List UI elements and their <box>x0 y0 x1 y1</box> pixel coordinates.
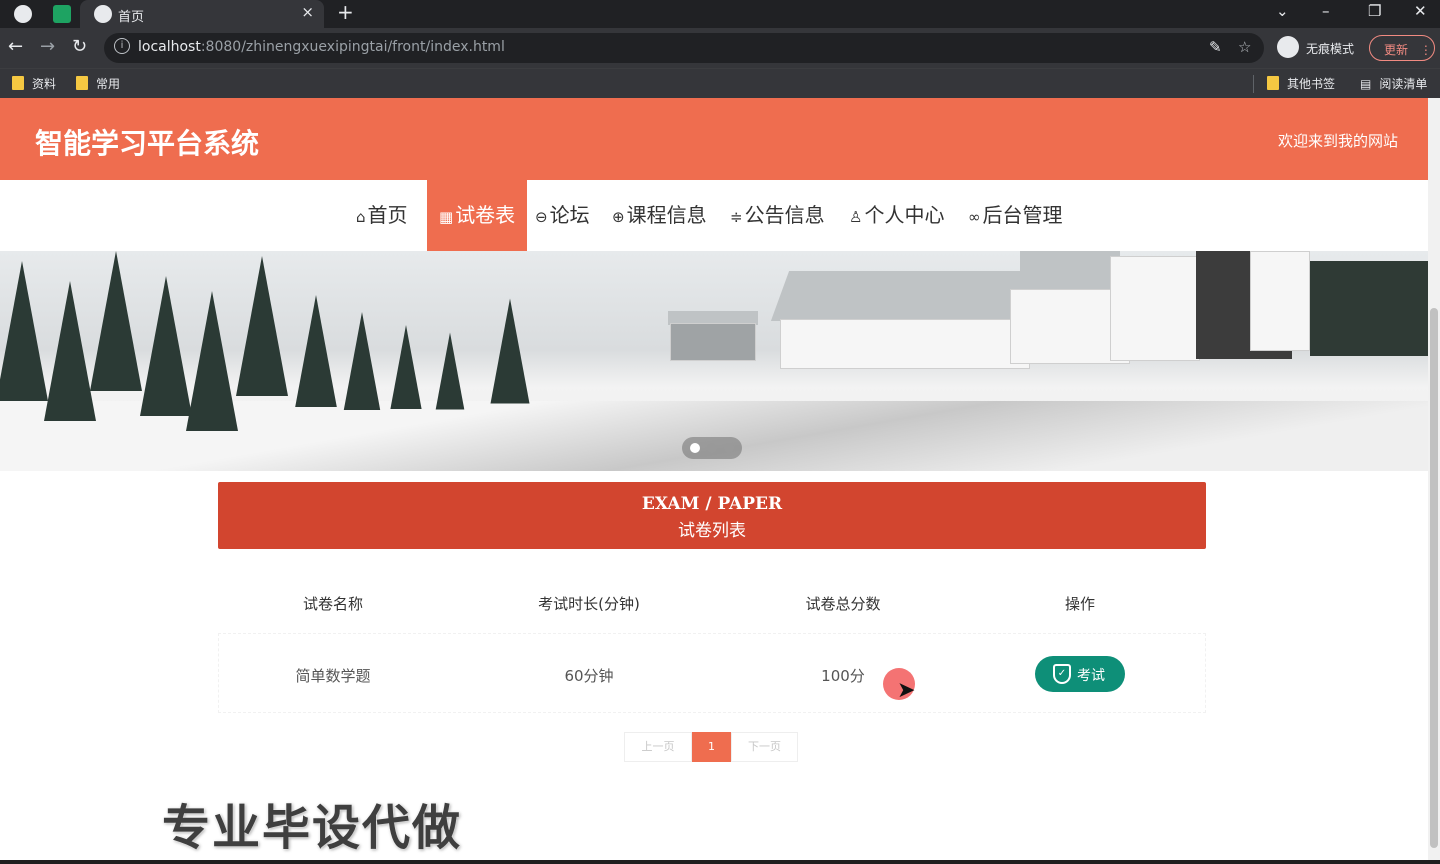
nav-item-profile[interactable]: ♙ 个人中心 <box>849 180 944 251</box>
banner-tree <box>490 298 530 404</box>
banner-tree <box>140 276 192 416</box>
banner-house <box>1110 256 1200 361</box>
mouse-pointer-icon: ➤ <box>897 678 916 703</box>
banner-tree <box>390 325 422 409</box>
page-scrollbar[interactable] <box>1428 98 1440 864</box>
tab-title: 首页 <box>118 10 145 25</box>
address-url[interactable]: localhost:8080/zhinengxuexipingtai/front… <box>138 39 505 55</box>
site-header: 智能学习平台系统 欢迎来到我的网站 <box>0 98 1428 180</box>
nav-item-admin[interactable]: ∞ 后台管理 <box>968 180 1063 251</box>
forum-icon: ⊖ <box>535 208 548 226</box>
watermark-text: 专业毕设代做 <box>162 800 463 856</box>
carousel-dot[interactable] <box>690 443 700 453</box>
new-tab-button[interactable]: + <box>337 0 354 24</box>
taskbar-edge <box>0 860 1440 864</box>
reading-list[interactable]: ▤ 阅读清单 <box>1360 75 1427 92</box>
bookmark-folder-ziliao[interactable]: 资料 <box>12 75 56 92</box>
cell-score: 100分 <box>821 667 865 685</box>
browser-toolbar: ← → ↻ i localhost:8080/zhinengxuexipingt… <box>0 28 1440 68</box>
shield-check-icon: ✓ <box>1053 664 1071 684</box>
tab-globe-icon <box>94 5 112 23</box>
section-title-bar: EXAM / PAPER 试卷列表 <box>218 482 1206 549</box>
bookmark-star-icon[interactable]: ☆ <box>1238 38 1251 56</box>
nav-item-forum[interactable]: ⊖ 论坛 <box>535 180 590 251</box>
banner-tree <box>435 332 465 410</box>
section-title-en: EXAM / PAPER <box>641 494 783 514</box>
notice-icon: ≑ <box>730 208 743 226</box>
banner-tree <box>186 291 238 431</box>
scrollbar-thumb[interactable] <box>1430 308 1438 848</box>
main-nav: ⌂ 首页 ▦ 试卷表 ⊖ 论坛 ⊕ 课程信息 ≑ 公告信息 ♙ 个人中心 ∞ 后台管理 <box>0 180 1428 251</box>
reload-icon[interactable]: ↻ <box>72 36 87 57</box>
close-window-icon[interactable]: ✕ <box>1414 2 1427 20</box>
site-info-icon[interactable]: i <box>114 38 130 54</box>
banner-tree <box>236 256 288 396</box>
column-header-name: 试卷名称 <box>302 595 363 613</box>
bookmark-folder-changyong[interactable]: 常用 <box>76 75 120 92</box>
restore-icon[interactable]: ❐ <box>1368 2 1381 20</box>
cell-duration: 60分钟 <box>564 667 614 685</box>
banner-roof <box>1020 251 1120 291</box>
minimize-icon[interactable]: – <box>1322 2 1330 20</box>
carousel-indicators <box>682 437 742 459</box>
bookmark-separator <box>1253 75 1254 93</box>
folder-icon <box>1267 76 1279 90</box>
nav-item-courses[interactable]: ⊕ 课程信息 <box>612 180 707 251</box>
welcome-text: 欢迎来到我的网站 <box>1277 132 1398 150</box>
reading-list-icon: ▤ <box>1360 77 1372 91</box>
nav-item-home[interactable]: ⌂ 首页 <box>356 180 408 251</box>
tab-close-icon[interactable]: × <box>301 3 314 21</box>
banner-house <box>1250 251 1310 351</box>
banner-tree <box>44 281 96 421</box>
next-page-button[interactable]: 下一页 <box>731 732 798 762</box>
banner-house <box>670 323 756 361</box>
link-icon: ∞ <box>968 208 981 226</box>
paper-icon: ▦ <box>439 208 454 226</box>
column-header-action: 操作 <box>1064 595 1095 613</box>
take-exam-button[interactable]: ✓ 考试 <box>1035 656 1125 692</box>
incognito-label: 无痕模式 <box>1306 42 1355 56</box>
cell-paper-name: 简单数学题 <box>295 667 371 685</box>
bookmarks-bar: 资料 常用 其他书签 ▤ 阅读清单 <box>0 68 1440 98</box>
nav-item-notices[interactable]: ≑ 公告信息 <box>730 180 825 251</box>
page-viewport: 智能学习平台系统 欢迎来到我的网站 ⌂ 首页 ▦ 试卷表 ⊖ 论坛 ⊕ 课程信息 ≑ 公告… <box>0 98 1428 864</box>
other-bookmarks[interactable]: 其他书签 <box>1267 75 1335 92</box>
banner-tree <box>90 251 142 391</box>
banner-trees-right <box>1310 261 1428 356</box>
site-title: 智能学习平台系统 <box>35 127 260 160</box>
update-button[interactable]: 更新 ⋮ <box>1369 35 1435 61</box>
pinned-tab-sheet-icon[interactable] <box>53 5 71 23</box>
nav-item-papers[interactable]: ▦ 试卷表 <box>427 180 528 251</box>
globe-icon: ⊕ <box>612 208 625 226</box>
user-icon: ♙ <box>849 208 863 226</box>
banner-tree <box>0 261 48 401</box>
browser-tab-strip: 首页 × + ⌄ – ❐ ✕ <box>0 0 1440 28</box>
more-menu-icon[interactable]: ⋮ <box>1420 43 1432 57</box>
carousel-dot[interactable] <box>707 443 717 453</box>
folder-icon <box>76 76 88 90</box>
active-tab[interactable]: 首页 × <box>80 0 324 28</box>
tab-search-chevron-icon[interactable]: ⌄ <box>1276 2 1289 20</box>
banner-carousel[interactable] <box>0 251 1428 471</box>
banner-house <box>780 319 1030 369</box>
column-header-duration: 考试时长(分钟) <box>538 595 640 613</box>
prev-page-button[interactable]: 上一页 <box>624 732 692 762</box>
folder-icon <box>12 76 24 90</box>
forward-arrow-icon[interactable]: → <box>40 36 55 57</box>
banner-tree <box>343 312 381 410</box>
column-header-score: 试卷总分数 <box>805 595 881 613</box>
pinned-tab-globe-icon[interactable] <box>14 5 32 23</box>
page-1-button[interactable]: 1 <box>692 732 731 762</box>
section-title-cn: 试卷列表 <box>678 521 746 541</box>
address-bar[interactable]: i localhost:8080/zhinengxuexipingtai/fro… <box>104 33 1264 63</box>
carousel-dot[interactable] <box>724 443 734 453</box>
incognito-icon[interactable] <box>1277 36 1299 58</box>
banner-tree <box>295 295 337 407</box>
back-arrow-icon[interactable]: ← <box>8 36 23 57</box>
home-icon: ⌂ <box>356 208 366 226</box>
banner-roof <box>770 271 1030 321</box>
translate-blocked-icon[interactable]: ✎ <box>1209 38 1222 56</box>
